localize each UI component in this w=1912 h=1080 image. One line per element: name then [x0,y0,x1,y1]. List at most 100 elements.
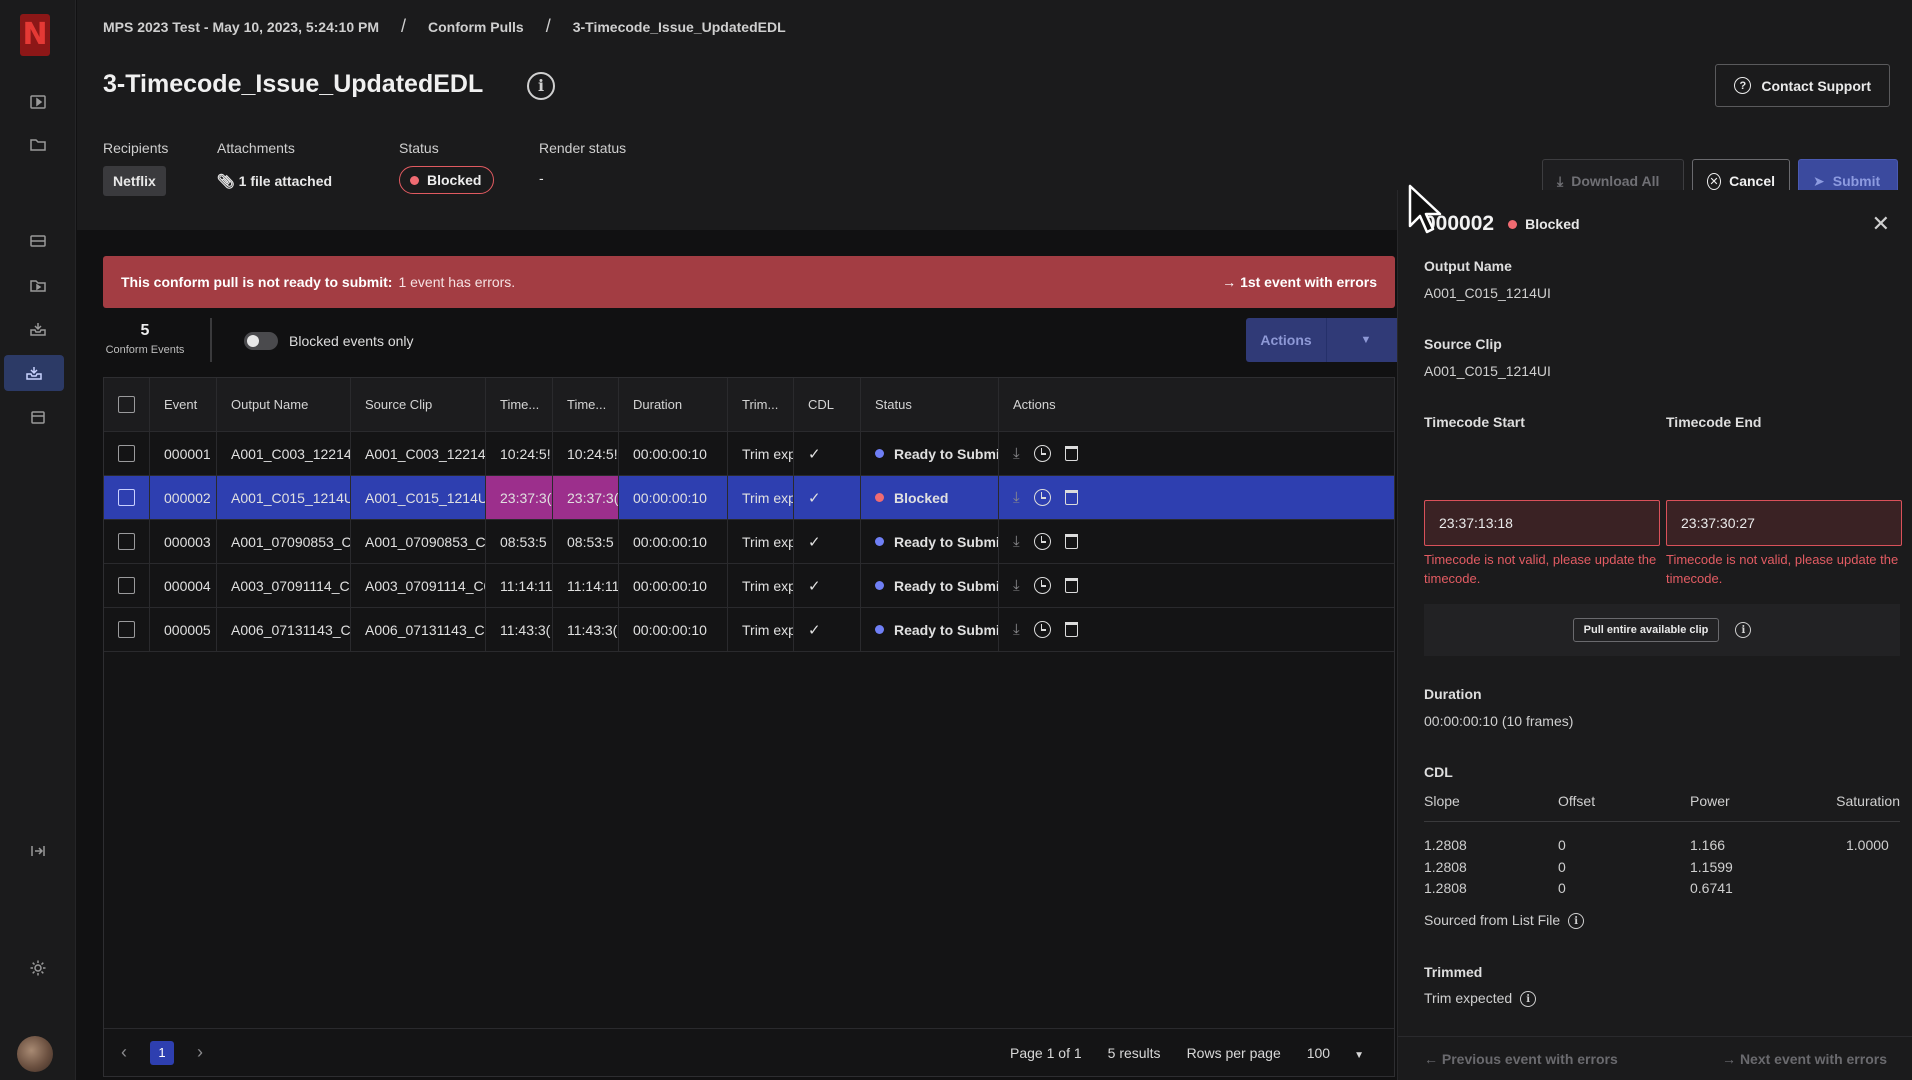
col-timecode-end[interactable]: Time... [553,378,619,431]
row-checkbox[interactable] [118,621,135,638]
first-error-link[interactable]: → 1st event with errors [1222,274,1377,290]
render-status-field: Render status - [539,140,626,186]
inbox-icon[interactable] [0,311,76,347]
attachments-link[interactable]: 📎︎ 1 file attached [217,173,332,190]
table-toolbar: 5 Conform Events Blocked events only Act… [103,318,1405,368]
output-name-value: A001_C015_1214UI [1424,285,1551,301]
storage-icon[interactable] [0,223,76,259]
trash-icon[interactable] [1064,622,1078,637]
history-clock-icon[interactable] [1033,445,1051,462]
settings-gear-icon[interactable] [0,950,76,986]
netflix-logo[interactable]: N [20,14,50,56]
output-name-label: Output Name [1424,258,1512,274]
col-duration[interactable]: Duration [619,378,728,431]
actions-button[interactable]: Actions [1246,318,1326,362]
trash-icon[interactable] [1064,490,1078,505]
blocked-only-toggle[interactable] [244,332,278,350]
row-checkbox[interactable] [118,533,135,550]
conform-pulls-icon[interactable] [4,355,64,391]
prev-page-icon[interactable]: ‹ [104,1042,144,1063]
cell-trim: Trim exp [728,608,794,651]
download-icon[interactable]: ⤓ [1013,533,1020,550]
play-icon[interactable] [0,84,76,120]
cell-actions: ⤓ [999,564,1142,607]
breadcrumb-conform-pulls[interactable]: Conform Pulls [428,19,524,35]
row-checkbox[interactable] [118,577,135,594]
breadcrumb-project[interactable]: MPS 2023 Test - May 10, 2023, 5:24:10 PM [103,19,379,35]
close-icon[interactable]: ✕ [1872,212,1890,237]
trash-icon[interactable] [1064,446,1078,461]
timecode-start-input[interactable]: 23:37:13:18 [1424,500,1660,546]
col-cdl[interactable]: CDL [794,378,861,431]
folder-icon[interactable] [0,126,76,162]
download-icon[interactable]: ⤓ [1013,489,1020,506]
row-checkbox[interactable] [118,445,135,462]
row-checkbox[interactable] [118,489,135,506]
info-icon[interactable]: i [1520,991,1537,1008]
history-clock-icon[interactable] [1033,533,1051,550]
paperclip-icon: 📎︎ [217,173,235,189]
prev-error-event-link[interactable]: ← Previous event with errors [1424,1051,1618,1067]
timecode-end-input[interactable]: 23:37:30:27 [1666,500,1902,546]
contact-support-button[interactable]: ? Contact Support [1715,64,1890,107]
trash-icon[interactable] [1064,534,1078,549]
cell-cdl-check-icon: ✓ [794,476,861,519]
pull-clip-box: Pull entire available clip i [1424,604,1900,656]
calendar-icon[interactable] [0,399,76,435]
table-row[interactable]: 000001 A001_C003_12214C A001_C003_12214C 10… [104,432,1394,476]
info-icon[interactable]: i [527,72,555,100]
chevron-down-icon[interactable]: ▼ [1326,318,1405,362]
cdl-label: CDL [1424,764,1453,780]
recipient-chip: Netflix [103,166,166,196]
status-dot-icon [1508,219,1518,229]
col-output-name[interactable]: Output Name [217,378,351,431]
attachments-label: Attachments [217,140,295,156]
cell-trim: Trim exp [728,476,794,519]
cdl-row: 1.2808 0 1.1599 [1424,859,1733,875]
download-icon[interactable]: ⤓ [1013,621,1020,638]
col-trim[interactable]: Trim... [728,378,794,431]
col-timecode-start[interactable]: Time... [486,378,553,431]
download-icon[interactable]: ⤓ [1013,445,1020,462]
col-source-clip[interactable]: Source Clip [351,378,486,431]
col-event[interactable]: Event [150,378,217,431]
cell-actions: ⤓ [999,520,1142,563]
trash-icon[interactable] [1064,578,1078,593]
render-status-label: Render status [539,140,627,156]
status-dot-icon [875,449,884,458]
table-row[interactable]: 000004 A003_07091114_C0! A003_07091114_C0!… [104,564,1394,608]
page-1-button[interactable]: 1 [150,1040,174,1065]
collapse-sidebar-icon[interactable] [0,833,76,869]
table-row[interactable]: 000002 A001_C015_1214UI A001_C015_1214UI 23… [104,476,1394,520]
left-nav-rail: N [0,0,76,1080]
info-icon[interactable]: i [1735,622,1752,638]
status-label: Status [399,140,439,156]
col-status[interactable]: Status [861,378,999,431]
status-badge: Blocked [399,166,495,194]
table-row[interactable]: 000003 A001_07090853_C0 A001_07090853_C0 08… [104,520,1394,564]
user-avatar[interactable] [17,1036,53,1072]
next-page-icon[interactable]: › [180,1042,220,1063]
history-clock-icon[interactable] [1033,621,1051,638]
pull-entire-clip-button[interactable]: Pull entire available clip [1572,618,1720,642]
cell-status: Ready to Submit [861,520,999,563]
duration-label: Duration [1424,686,1482,702]
breadcrumb-current: 3-Timecode_Issue_UpdatedEDL [572,18,786,35]
cell-source-clip: A001_C015_1214UI [351,476,486,519]
table-row[interactable]: 000005 A006_07131143_C0‹ A006_07131143_C0‹… [104,608,1394,652]
cell-output-name: A006_07131143_C0‹ [217,608,351,651]
info-icon[interactable]: i [1568,913,1585,930]
media-folder-icon[interactable] [0,267,76,303]
status-field: Status Blocked [399,140,495,194]
cell-trim: Trim exp [728,564,794,607]
history-clock-icon[interactable] [1033,577,1051,594]
actions-split-button[interactable]: Actions ▼ [1246,318,1405,362]
select-all-checkbox[interactable] [118,396,135,413]
cell-event: 000001 [150,432,217,475]
next-error-event-link[interactable]: → Next event with errors [1722,1051,1887,1067]
rows-per-page-select[interactable]: 100 ▼ [1307,1045,1364,1061]
duration-value: 00:00:00:10 (10 frames) [1424,713,1574,729]
history-clock-icon[interactable] [1033,489,1051,506]
download-icon[interactable]: ⤓ [1013,577,1020,594]
cell-actions: ⤓ [999,608,1142,651]
